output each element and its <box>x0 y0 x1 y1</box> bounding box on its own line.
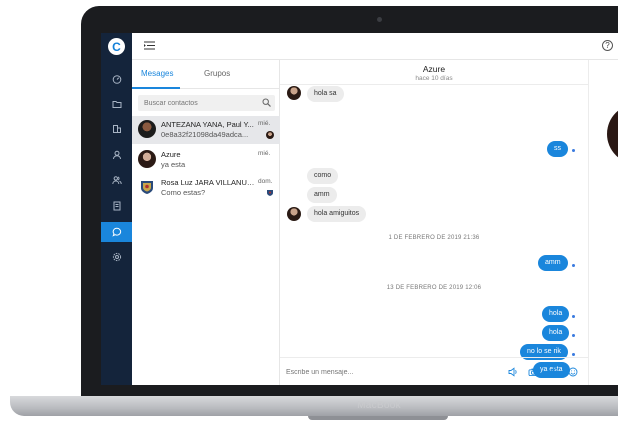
camera-icon[interactable] <box>528 367 538 377</box>
active-tab-indicator <box>132 87 180 89</box>
user-icon[interactable] <box>101 145 132 165</box>
message-bubble-in: hola sa <box>307 86 344 102</box>
conversation-name: ANTEZANA YANA, Paul Y... <box>161 120 254 129</box>
laptop-mockup: MacBook C ? Mesages Grupos Buscar contac… <box>0 0 618 437</box>
document-icon[interactable] <box>101 196 132 216</box>
message-bubble-out: hola <box>542 306 570 322</box>
menu-toggle-icon[interactable] <box>144 41 155 50</box>
conversation-item[interactable]: Rosa Luz JARA VILLANUE... Como estas? do… <box>132 174 280 202</box>
message-bubble-out: hola <box>542 325 570 341</box>
search-input[interactable] <box>144 97 254 109</box>
building-icon[interactable] <box>101 119 132 139</box>
conversation-date: mié. <box>258 120 271 127</box>
search-box <box>138 95 275 111</box>
search-icon[interactable] <box>262 98 271 107</box>
chat-icon[interactable] <box>101 222 132 242</box>
sent-indicator <box>572 334 575 337</box>
sent-indicator <box>572 315 575 318</box>
sent-indicator <box>572 149 575 152</box>
app-screen: C ? Mesages Grupos Buscar contactos ANTE… <box>101 33 618 385</box>
contact-info-panel <box>588 60 618 385</box>
avatar <box>138 120 156 138</box>
folder-icon[interactable] <box>101 94 132 114</box>
message-composer <box>280 357 588 385</box>
microphone-icon[interactable] <box>508 367 518 377</box>
conversation-item[interactable]: ANTEZANA YANA, Paul Y... 0e8a32f21098da4… <box>132 116 280 144</box>
conversation-date: dom. <box>258 178 273 185</box>
conversation-preview: ya esta <box>161 160 186 169</box>
contact-profile-avatar <box>607 104 618 164</box>
base-notch <box>308 416 448 420</box>
conversation-list-panel: Mesages Grupos ANTEZANA YANA, Paul Y... … <box>132 60 280 385</box>
conversation-date: mié. <box>258 150 271 157</box>
sent-indicator <box>572 353 575 356</box>
conversation-name: Rosa Luz JARA VILLANUE... <box>161 178 255 187</box>
date-separator: 13 DE FEBRERO DE 2019 12:06 <box>386 285 482 291</box>
conversation-item[interactable]: Azure ya esta mié. <box>132 146 280 174</box>
top-bar: ? <box>132 33 618 60</box>
brand-label: MacBook <box>357 400 401 411</box>
conversation-preview: 0e8a32f21098da49adca... <box>161 130 249 139</box>
app-logo[interactable]: C <box>108 38 125 55</box>
chat-header: Azure hace 10 días <box>280 60 588 85</box>
chat-title: Azure <box>422 64 446 74</box>
message-bubble-in: como <box>307 168 339 184</box>
avatar <box>138 150 156 168</box>
mini-avatar <box>266 131 274 139</box>
message-input[interactable] <box>286 366 486 378</box>
chat-last-seen: hace 10 días <box>415 75 453 82</box>
sent-indicator <box>572 264 575 267</box>
dashboard-icon[interactable] <box>101 69 132 89</box>
crest-avatar-icon <box>141 181 153 194</box>
help-icon[interactable]: ? <box>602 40 613 51</box>
message-bubble-out: amm <box>538 255 568 271</box>
camera <box>377 17 382 22</box>
left-rail: C <box>101 33 132 385</box>
tab-grupos[interactable]: Grupos <box>204 69 230 78</box>
tab-mesages[interactable]: Mesages <box>141 69 173 78</box>
mini-crest-icon <box>267 190 273 196</box>
logo-letter: C <box>112 39 121 54</box>
tab-bar: Mesages Grupos <box>132 60 280 89</box>
attach-icon[interactable] <box>548 367 558 377</box>
message-bubble-in: hola amiguitos <box>307 206 367 222</box>
emoji-icon[interactable] <box>568 367 578 377</box>
date-separator: 1 DE FEBRERO DE 2019 21:36 <box>388 235 480 241</box>
message-bubble-out: ss <box>547 141 568 157</box>
conversation-name: Azure <box>161 150 181 159</box>
contact-avatar <box>287 207 301 221</box>
chat-pane: Azure hace 10 días hola sa ss como amm h… <box>280 60 588 385</box>
conversation-preview: Como estas? <box>161 188 206 197</box>
contact-avatar <box>287 86 301 100</box>
settings-icon[interactable] <box>101 247 132 267</box>
users-icon[interactable] <box>101 170 132 190</box>
message-bubble-in: amm <box>307 187 337 203</box>
